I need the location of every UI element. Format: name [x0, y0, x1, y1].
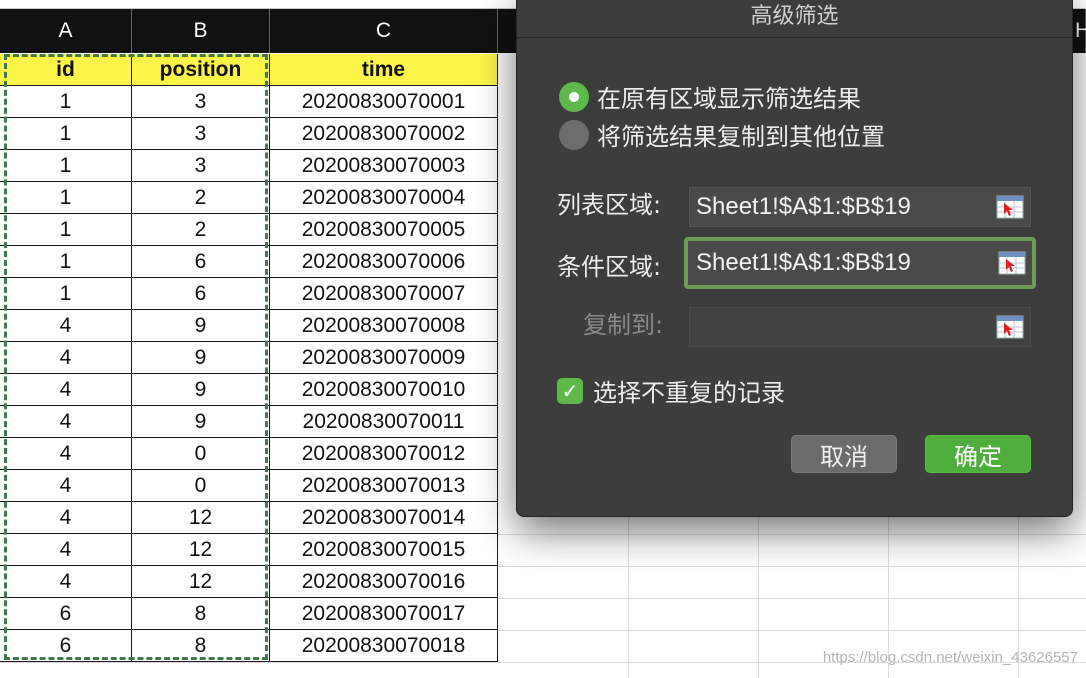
- cell-time[interactable]: 20200830070001: [270, 86, 498, 118]
- dialog-title: 高级筛选: [750, 4, 839, 29]
- criteria-range-field[interactable]: Sheet1!$A$1:$B$19: [684, 237, 1036, 289]
- cell-id[interactable]: 4: [0, 406, 132, 438]
- cell-position[interactable]: 12: [132, 502, 270, 534]
- cell-position[interactable]: 9: [132, 310, 270, 342]
- column-header-c[interactable]: C: [270, 9, 498, 53]
- column-header-a[interactable]: A: [0, 9, 132, 53]
- cell-id[interactable]: 4: [0, 470, 132, 502]
- radio-filter-in-place[interactable]: 在原有区域显示筛选结果: [559, 79, 861, 114]
- cell-id[interactable]: 1: [0, 246, 132, 278]
- cell-position[interactable]: 12: [132, 566, 270, 598]
- cell-time[interactable]: 20200830070018: [270, 630, 498, 662]
- cell-id[interactable]: 4: [0, 534, 132, 566]
- title-separator: [517, 37, 1072, 38]
- cell-position[interactable]: 3: [132, 150, 270, 182]
- gridline: [498, 598, 1086, 599]
- cell-time[interactable]: 20200830070008: [270, 310, 498, 342]
- copy-to-field[interactable]: [689, 307, 1031, 347]
- cell-time[interactable]: 20200830070011: [270, 406, 498, 438]
- cell-id[interactable]: 4: [0, 438, 132, 470]
- cell-id[interactable]: 1: [0, 118, 132, 150]
- cell-position[interactable]: 9: [132, 406, 270, 438]
- cell-id[interactable]: 6: [0, 630, 132, 662]
- cell-position[interactable]: 2: [132, 214, 270, 246]
- cell-position[interactable]: 6: [132, 246, 270, 278]
- cell-id[interactable]: 4: [0, 342, 132, 374]
- cell-id[interactable]: 4: [0, 374, 132, 406]
- cell-time[interactable]: 20200830070007: [270, 278, 498, 310]
- cell-time[interactable]: 20200830070006: [270, 246, 498, 278]
- cell-time[interactable]: 20200830070010: [270, 374, 498, 406]
- radio-unselected-icon[interactable]: [559, 119, 589, 150]
- criteria-range-label: 条件区域:: [557, 253, 662, 281]
- unique-records-checkbox-row[interactable]: ✓ 选择不重复的记录: [557, 373, 785, 408]
- cell-id[interactable]: 1: [0, 150, 132, 182]
- cell-time[interactable]: 20200830070004: [270, 182, 498, 214]
- list-range-value: Sheet1!$A$1:$B$19: [696, 193, 911, 220]
- copy-to-label: 复制到:: [583, 311, 664, 339]
- cancel-button[interactable]: 取消: [791, 435, 897, 473]
- gridline: [0, 662, 498, 663]
- gridline: [498, 566, 1086, 567]
- list-range-field[interactable]: Sheet1!$A$1:$B$19: [689, 187, 1031, 227]
- cell-time[interactable]: 20200830070015: [270, 534, 498, 566]
- cell-position[interactable]: 0: [132, 438, 270, 470]
- cell-position[interactable]: 2: [132, 182, 270, 214]
- header-cell-position[interactable]: position: [132, 54, 270, 86]
- column-header-b[interactable]: B: [132, 9, 270, 53]
- column-header-h[interactable]: H: [1073, 9, 1086, 53]
- cell-id[interactable]: 1: [0, 214, 132, 246]
- cell-time[interactable]: 20200830070012: [270, 438, 498, 470]
- header-cell-id[interactable]: id: [0, 54, 132, 86]
- list-range-label: 列表区域:: [557, 191, 662, 219]
- cell-position[interactable]: 0: [132, 470, 270, 502]
- unique-records-label: 选择不重复的记录: [593, 379, 785, 407]
- criteria-range-value: Sheet1!$A$1:$B$19: [696, 249, 911, 276]
- range-picker-icon[interactable]: [996, 315, 1024, 339]
- cell-id[interactable]: 1: [0, 182, 132, 214]
- cell-position[interactable]: 3: [132, 118, 270, 150]
- radio-copy-label: 将筛选结果复制到其他位置: [597, 123, 885, 151]
- cell-time[interactable]: 20200830070016: [270, 566, 498, 598]
- watermark: https://blog.csdn.net/weixin_43626557: [822, 649, 1078, 666]
- cell-time[interactable]: 20200830070013: [270, 470, 498, 502]
- cell-id[interactable]: 1: [0, 86, 132, 118]
- range-picker-icon[interactable]: [996, 195, 1024, 219]
- ok-button[interactable]: 确定: [925, 435, 1031, 473]
- cell-position[interactable]: 9: [132, 342, 270, 374]
- checkmark-icon[interactable]: ✓: [557, 377, 583, 404]
- advanced-filter-dialog: 高级筛选 在原有区域显示筛选结果 将筛选结果复制到其他位置 列表区域: Shee…: [516, 0, 1073, 517]
- gridline: [498, 534, 1086, 535]
- cell-time[interactable]: 20200830070003: [270, 150, 498, 182]
- cell-id[interactable]: 4: [0, 502, 132, 534]
- cell-time[interactable]: 20200830070002: [270, 118, 498, 150]
- cell-time[interactable]: 20200830070017: [270, 598, 498, 630]
- cell-id[interactable]: 4: [0, 310, 132, 342]
- range-picker-icon[interactable]: [998, 251, 1026, 275]
- header-cell-time[interactable]: time: [270, 54, 498, 86]
- cell-position[interactable]: 8: [132, 598, 270, 630]
- cell-position[interactable]: 3: [132, 86, 270, 118]
- cell-position[interactable]: 12: [132, 534, 270, 566]
- radio-copy-to-location[interactable]: 将筛选结果复制到其他位置: [559, 117, 885, 152]
- gridline: [498, 630, 1086, 631]
- column-header-d[interactable]: [498, 9, 518, 53]
- radio-in-place-label: 在原有区域显示筛选结果: [597, 85, 861, 113]
- cell-time[interactable]: 20200830070014: [270, 502, 498, 534]
- cell-time[interactable]: 20200830070009: [270, 342, 498, 374]
- cell-id[interactable]: 4: [0, 566, 132, 598]
- cell-id[interactable]: 6: [0, 598, 132, 630]
- cell-time[interactable]: 20200830070005: [270, 214, 498, 246]
- cell-position[interactable]: 8: [132, 630, 270, 662]
- cell-position[interactable]: 6: [132, 278, 270, 310]
- cell-position[interactable]: 9: [132, 374, 270, 406]
- cell-id[interactable]: 1: [0, 278, 132, 310]
- radio-selected-icon[interactable]: [559, 81, 589, 112]
